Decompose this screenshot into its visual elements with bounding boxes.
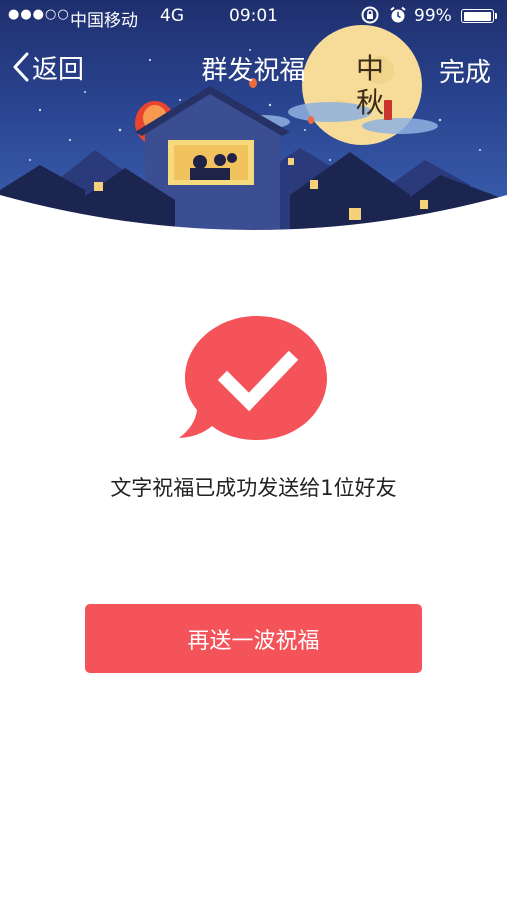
small-lantern — [308, 116, 314, 124]
checkmark-bubble-icon — [179, 316, 327, 440]
battery-icon — [461, 9, 497, 23]
signal-strength: ●●●○○ — [8, 7, 70, 22]
carrier-name: 中国移动 — [70, 11, 138, 31]
back-button[interactable]: 返回 — [12, 48, 84, 86]
alarm-clock-icon — [388, 5, 408, 30]
mid-autumn-banner: 中 秋 ●●●○○ 中国移动 4G 09:01 99% 返回 群发祝福 完成 — [0, 0, 507, 240]
status-time: 09:01 — [229, 6, 278, 26]
resend-label: 再送一波祝福 — [187, 628, 320, 654]
back-label: 返回 — [32, 54, 85, 85]
navigation-bar: 返回 群发祝福 完成 — [0, 40, 507, 94]
rotation-lock-icon — [360, 5, 380, 30]
battery-fill — [463, 11, 492, 21]
resend-blessing-button[interactable]: 再送一波祝福 — [85, 604, 422, 673]
done-button[interactable]: 完成 — [439, 52, 491, 89]
success-message: 文字祝福已成功发送给1位好友 — [110, 476, 397, 500]
battery-percent: 99% — [414, 6, 452, 26]
night-village-illustration — [0, 25, 507, 240]
network-type: 4G — [160, 6, 184, 26]
chevron-left-icon — [13, 52, 29, 82]
red-seal-stamp — [384, 100, 392, 120]
status-bar: ●●●○○ 中国移动 4G 09:01 99% — [0, 0, 507, 32]
success-chat-bubble — [177, 314, 329, 444]
